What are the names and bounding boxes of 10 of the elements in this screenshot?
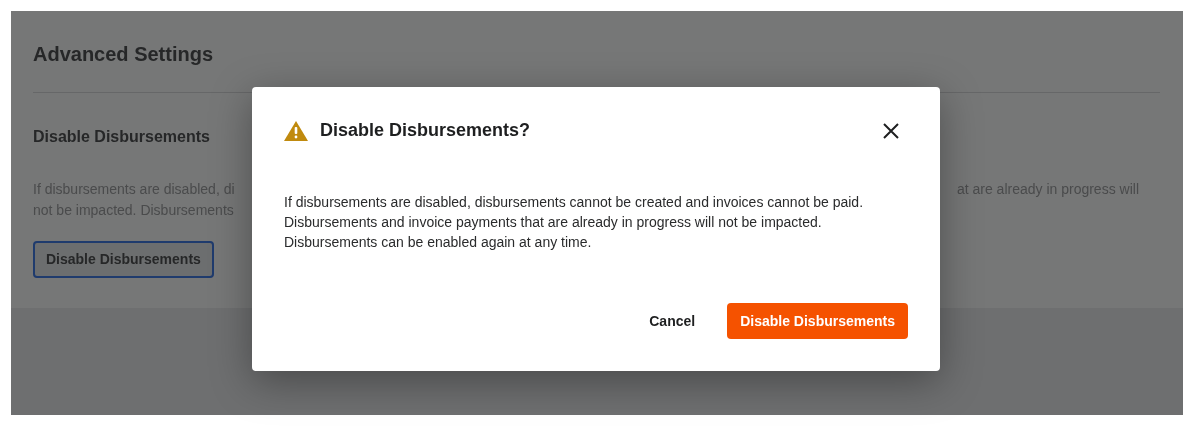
close-button[interactable] (882, 121, 900, 140)
page-title: Advanced Settings (33, 42, 215, 67)
modal-body: If disbursements are disabled, disbursements cannot be created and invoices cannot be paid. Disbursements and invoice payments that are already in progress will not be impacted. Disbursements can be enabled again at any time. (284, 193, 865, 252)
disable-button[interactable]: Disable Disbursements (33, 241, 214, 278)
modal-title: Disable Disbursements? (320, 119, 531, 142)
close-icon (883, 122, 899, 139)
section-title: Disable Disbursements (33, 127, 210, 147)
cancel-button[interactable]: Cancel (637, 303, 708, 339)
warning-icon (284, 120, 308, 141)
confirm-button[interactable]: Disable Disbursements (727, 303, 908, 339)
